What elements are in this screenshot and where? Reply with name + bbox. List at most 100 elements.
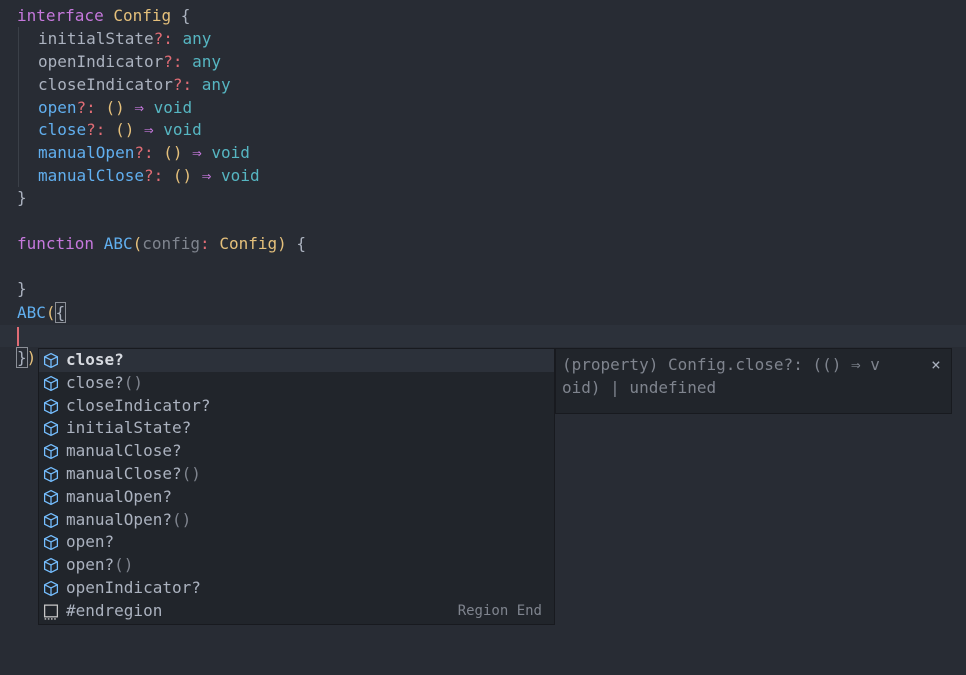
- function-name: ABC: [103, 234, 133, 253]
- suggest-item-suffix: (): [114, 555, 134, 575]
- property-icon: [42, 398, 60, 415]
- keyword: interface: [17, 6, 104, 25]
- brace: {: [171, 6, 191, 25]
- paren: (: [132, 234, 143, 253]
- suggest-item-text: open?: [66, 555, 115, 575]
- parens: (): [105, 98, 125, 117]
- suggest-item-text: closeIndicator?: [66, 395, 211, 415]
- suggest-item-text: openIndicator?: [66, 578, 201, 597]
- property-name: initialState: [38, 29, 154, 48]
- optional-sep: ?:: [143, 166, 173, 185]
- code-line: manualOpen?: () ⇒ void: [38, 142, 250, 165]
- suggest-item-label: open?(): [66, 554, 133, 577]
- suggest-item-label: openIndicator?: [66, 577, 201, 600]
- suggest-item[interactable]: manualClose?: [39, 440, 554, 463]
- property-name: closeIndicator: [38, 75, 173, 94]
- brace: {: [286, 234, 307, 253]
- return-type: void: [221, 166, 260, 185]
- code-line: open?: () ⇒ void: [38, 97, 192, 120]
- return-type: void: [211, 143, 250, 162]
- code-line: ABC({: [17, 302, 67, 325]
- suggest-item[interactable]: manualClose?(): [39, 463, 554, 486]
- suggest-item-label: manualClose?(): [66, 463, 201, 486]
- suggest-item[interactable]: manualOpen?(): [39, 509, 554, 532]
- suggest-item-label: manualClose?: [66, 440, 182, 463]
- code-line: openIndicator?: any: [38, 51, 221, 74]
- suggest-item[interactable]: openIndicator?: [39, 577, 554, 600]
- suggest-item-label: initialState?: [66, 417, 191, 440]
- colon: :: [200, 234, 220, 253]
- suggest-item-text: close?: [66, 350, 124, 369]
- suggest-item[interactable]: manualOpen?: [39, 486, 554, 509]
- property-icon: [42, 534, 60, 551]
- code-line: initialState?: any: [38, 28, 211, 51]
- suggest-item[interactable]: open?: [39, 531, 554, 554]
- close-icon[interactable]: ×: [927, 353, 945, 374]
- method-name: manualOpen: [38, 143, 135, 162]
- arrow: ⇒: [192, 166, 222, 185]
- suggest-item[interactable]: open?(): [39, 554, 554, 577]
- code-line: }: [17, 278, 27, 301]
- property-icon: [42, 466, 60, 483]
- suggest-item-label: close?(): [66, 372, 143, 395]
- type-name: any: [192, 52, 222, 71]
- property-icon: [42, 489, 60, 506]
- suggest-item-text: manualClose?: [66, 464, 182, 483]
- current-line-highlight: [0, 325, 966, 347]
- suggest-item[interactable]: #endregion Region End: [39, 600, 554, 623]
- text-cursor: [17, 327, 19, 346]
- snippet-icon: [42, 603, 60, 620]
- optional-sep: ?:: [134, 143, 164, 162]
- details-line: (property) Config.close?: (() ⇒ v: [562, 355, 880, 374]
- return-type: void: [163, 120, 202, 139]
- code-line: interface Config {: [17, 5, 190, 28]
- property-icon: [42, 443, 60, 460]
- suggest-item-suffix: (): [181, 464, 201, 483]
- method-name: open: [38, 98, 77, 117]
- param-name: config: [142, 234, 201, 253]
- suggest-item-label: closeIndicator?: [66, 395, 211, 418]
- method-name: manualClose: [38, 166, 144, 185]
- property-icon: [42, 512, 60, 529]
- suggest-item-label: close?: [66, 349, 124, 372]
- interface-name: Config: [113, 6, 172, 25]
- code-line: }: [17, 187, 27, 210]
- suggest-item[interactable]: closeIndicator?: [39, 395, 554, 418]
- brace: }: [17, 279, 27, 298]
- suggest-item[interactable]: initialState?: [39, 417, 554, 440]
- suggest-item-text: open?: [66, 532, 115, 552]
- suggest-item-text: #endregion: [66, 600, 163, 620]
- type-name: any: [201, 75, 231, 94]
- param-type: Config: [219, 234, 278, 253]
- optional-sep: ?:: [86, 120, 116, 139]
- code-line: manualClose?: () ⇒ void: [38, 165, 260, 188]
- suggest-item-text: close?: [66, 372, 124, 392]
- return-type: void: [153, 98, 193, 117]
- property-icon: [42, 557, 60, 574]
- code-line: close?: () ⇒ void: [38, 119, 202, 142]
- method-name: close: [38, 120, 87, 139]
- suggest-item[interactable]: close?(): [39, 372, 554, 395]
- code-line: function ABC(config: Config) {: [17, 233, 306, 256]
- property-icon: [42, 420, 60, 437]
- parens: (): [172, 166, 193, 185]
- function-name: ABC: [17, 303, 46, 322]
- details-text: (property) Config.close?: (() ⇒ v oid) |…: [562, 353, 914, 399]
- suggest-item-text: initialState?: [66, 418, 192, 438]
- suggest-item-detail: Region End: [457, 602, 542, 619]
- matched-bracket: {: [54, 302, 67, 323]
- parens: (): [115, 120, 135, 139]
- optional-sep: ?:: [163, 52, 193, 71]
- arrow: ⇒: [124, 98, 154, 117]
- suggest-item[interactable]: close?: [39, 349, 554, 372]
- parens: (): [163, 143, 183, 162]
- suggest-widget[interactable]: close? close?() closeIndicator? initialStat…: [38, 348, 555, 625]
- suggest-item-label: open?: [66, 531, 114, 554]
- property-name: openIndicator: [38, 52, 164, 71]
- brace: }: [17, 188, 27, 207]
- suggest-details: (property) Config.close?: (() ⇒ v oid) |…: [555, 348, 952, 414]
- arrow: ⇒: [134, 120, 164, 139]
- property-icon: [42, 375, 60, 392]
- suggest-item-suffix: (): [123, 372, 144, 392]
- suggest-item-text: manualOpen?: [66, 486, 172, 506]
